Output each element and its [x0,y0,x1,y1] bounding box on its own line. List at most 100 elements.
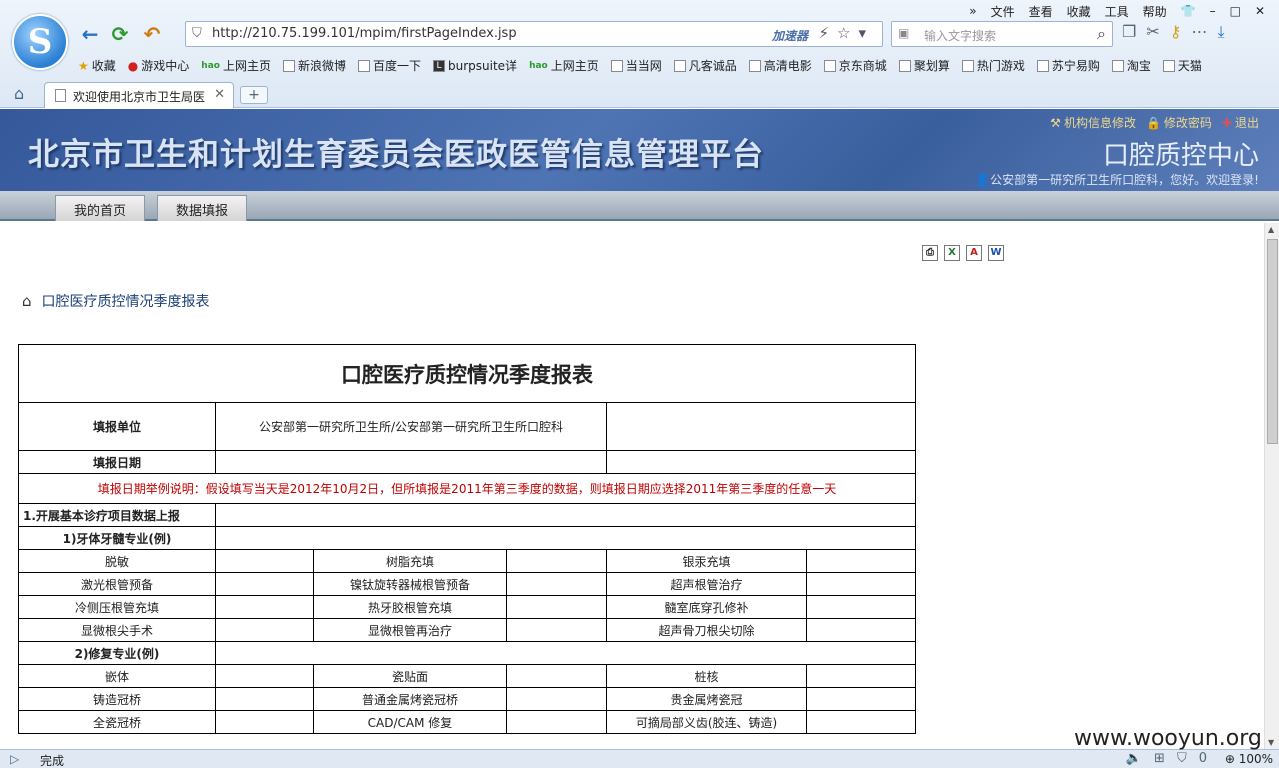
item-value-input[interactable] [806,549,916,573]
nav-home[interactable]: 我的首页 [55,195,146,221]
bookmark-item[interactable]: 天猫 [1162,57,1202,74]
item-value-input[interactable] [506,618,607,642]
more-icon[interactable]: ⋯ [1191,22,1207,42]
org-info-link[interactable]: ⚒ 机构信息修改 [1050,114,1136,131]
item-value-input[interactable] [215,572,314,596]
accelerator-button[interactable]: 加速器 [772,27,808,44]
address-bar[interactable]: ⛉ http://210.75.199.101/mpim/firstPageIn… [185,21,883,47]
item-value-input[interactable] [806,618,916,642]
item-value-input[interactable] [215,618,314,642]
vertical-scrollbar[interactable]: ▲ ▼ [1264,223,1279,749]
header-links: ⚒ 机构信息修改 🔒 修改密码 ✚ 退出 [1050,114,1259,131]
pdf-icon[interactable]: A [966,245,982,261]
scissors-icon[interactable]: ✂ [1146,22,1159,42]
browser-logo-icon[interactable]: S [12,14,68,70]
item-value-input[interactable] [215,549,314,573]
bookmark-item[interactable]: 凡客诚品 [673,57,737,74]
print-icon[interactable]: ⎙ [922,245,938,261]
page-icon[interactable]: ❐ [1122,22,1136,42]
bookmark-item[interactable]: hao 上网主页 [529,57,599,74]
item-label: 超声骨刀根尖切除 [606,618,807,642]
refresh-icon[interactable]: ⟳ [108,22,132,46]
bookmark-item[interactable]: 高清电影 [748,57,812,74]
menu-expand-icon[interactable]: » [969,4,976,18]
item-value-input[interactable] [215,595,314,619]
zoom-level[interactable]: ⊕ 100% [1225,752,1273,766]
bookmark-item[interactable]: 热门游戏 [961,57,1025,74]
bookmark-item[interactable]: 百度一下 [357,57,421,74]
shield-icon[interactable]: ⛉ [1177,751,1199,766]
menu-tools[interactable]: 工具 [1105,3,1129,20]
speaker-icon[interactable]: 🔈 [1126,751,1154,766]
subsection-heading: 1)牙体牙髓专业(例) [18,526,216,550]
excel-icon[interactable]: X [944,245,960,261]
breadcrumb-link[interactable]: 口腔医疗质控情况季度报表 [42,291,210,311]
home-icon[interactable]: ⌂ [22,292,32,310]
key-icon[interactable]: ⚷ [1170,22,1182,42]
item-value-input[interactable] [506,687,607,711]
logout-link[interactable]: ✚ 退出 [1222,114,1259,131]
close-tab-icon[interactable]: ✕ [214,87,225,102]
word-icon[interactable]: W [988,245,1004,261]
center-name: 口腔质控中心 [1102,141,1259,171]
scrollbar-thumb[interactable] [1267,239,1278,444]
item-value-input[interactable] [506,549,607,573]
item-value-input[interactable] [806,710,916,734]
search-engine-icon[interactable]: ▣ [898,26,909,40]
export-toolbar: ⎙ X A W [922,245,1004,261]
lightning-icon[interactable]: ⚡ [818,24,837,42]
item-value-input[interactable] [506,572,607,596]
menu-view[interactable]: 查看 [1029,3,1053,20]
item-value-input[interactable] [506,664,607,688]
bookmark-item[interactable]: Lburpsuite详 [433,57,517,74]
home-icon[interactable]: ⌂ [14,84,24,103]
item-value-input[interactable] [215,687,314,711]
watermark: www.wooyun.org [1074,726,1262,751]
bookmark-item[interactable]: ★ 收藏 [78,57,116,74]
download-manager-icon[interactable]: ⊞ [1154,751,1177,766]
item-value-input[interactable] [215,664,314,688]
bookmark-item[interactable]: 苏宁易购 [1036,57,1100,74]
item-value-input[interactable] [806,595,916,619]
bookmark-item[interactable]: 淘宝 [1111,57,1151,74]
chevron-down-icon[interactable]: ▾ [858,24,874,42]
back-arrow-icon[interactable]: ← [78,22,102,46]
scroll-down-icon[interactable]: ▼ [1268,738,1274,747]
bookmark-item[interactable]: 新浪微博 [282,57,346,74]
search-box[interactable]: ▣ 输入文字搜索 ⌕ [891,21,1113,47]
menu-favorites[interactable]: 收藏 [1067,3,1091,20]
tab-active[interactable]: 欢迎使用北京市卫生局医 ✕ [44,82,234,108]
download-icon[interactable]: ⤓ [1217,22,1224,42]
scroll-up-icon[interactable]: ▲ [1268,225,1274,234]
menu-file[interactable]: 文件 [991,3,1015,20]
item-value-input[interactable] [215,710,314,734]
minimize-icon[interactable]: – [1210,4,1216,18]
skin-icon[interactable]: 👕 [1181,4,1196,18]
item-value-input[interactable] [506,595,607,619]
bookmark-item[interactable]: ● 游戏中心 [128,57,190,74]
address-url[interactable]: http://210.75.199.101/mpim/firstPageInde… [212,26,517,41]
close-window-icon[interactable]: ✕ [1255,4,1265,18]
new-tab-button[interactable]: + [240,86,268,104]
search-input[interactable]: 输入文字搜索 [924,27,996,44]
change-password-link[interactable]: 🔒 修改密码 [1146,114,1212,131]
item-value-input[interactable] [806,572,916,596]
bookmark-item[interactable]: 当当网 [610,57,662,74]
bookmark-item[interactable]: 京东商城 [823,57,887,74]
maximize-icon[interactable]: □ [1230,4,1241,18]
undo-close-icon[interactable]: ↶ [140,22,164,46]
zoom-icon: ⊕ [1224,752,1239,766]
tab-title: 欢迎使用北京市卫生局医 [73,90,206,104]
item-value-input[interactable] [506,710,607,734]
item-value-input[interactable] [806,687,916,711]
nav-data-entry[interactable]: 数据填报 [157,195,248,221]
date-input[interactable] [215,450,607,474]
unit-value: 公安部第一研究所卫生所/公安部第一研究所卫生所口腔科 [215,402,607,451]
star-icon[interactable]: ☆ [837,24,858,42]
item-value-input[interactable] [806,664,916,688]
bookmark-item[interactable]: 聚划算 [898,57,950,74]
sidebar-toggle-icon[interactable]: ▷ [10,752,19,766]
search-icon[interactable]: ⌕ [1097,24,1106,44]
menu-help[interactable]: 帮助 [1143,3,1167,20]
bookmark-item[interactable]: hao 上网主页 [201,57,271,74]
